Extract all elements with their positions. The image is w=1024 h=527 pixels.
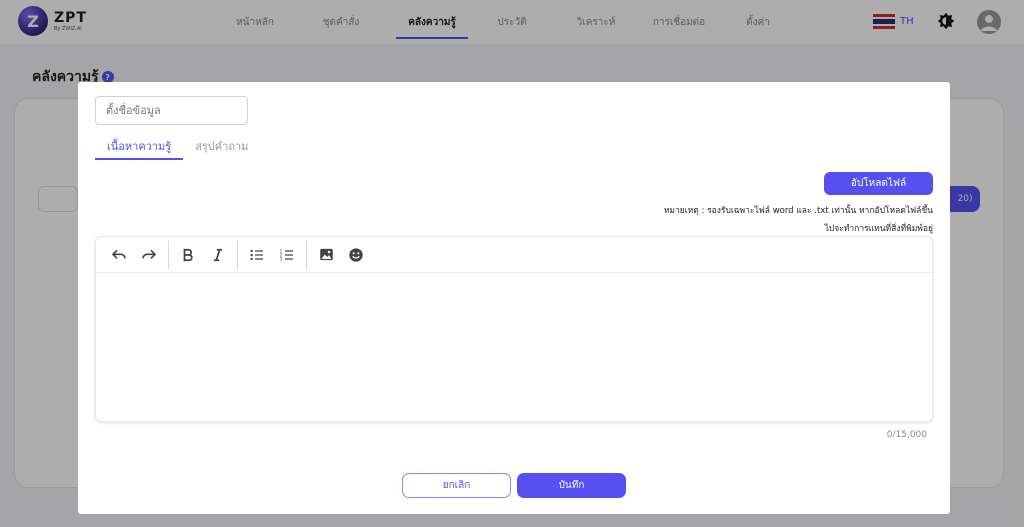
toolbar-divider (306, 240, 307, 269)
image-icon (319, 248, 333, 261)
undo-button[interactable] (104, 240, 134, 270)
editor-toolbar: 123 (96, 237, 932, 273)
upload-file-button[interactable]: อัปโหลดไฟล์ (824, 172, 933, 195)
character-counter: 0/15,000 (886, 430, 927, 440)
tab-knowledge-content[interactable]: เนื้อหาความรู้ (95, 132, 184, 160)
insert-emoji-button[interactable] (341, 240, 371, 270)
modal-tabs: เนื้อหาความรู้ สรุปคำถาม (95, 132, 260, 160)
knowledge-name-input[interactable] (95, 96, 248, 125)
toolbar-divider (237, 240, 238, 269)
upload-note-line1: หมายเหตุ : รองรับเฉพาะไฟล์ word และ .txt… (663, 206, 933, 216)
insert-image-button[interactable] (311, 240, 341, 270)
upload-note-line2: ไปจะทำการแทนที่สิ่งที่พิมพ์อยู่ (824, 224, 933, 234)
bold-icon (183, 248, 193, 261)
rich-text-editor: 123 (95, 236, 933, 422)
bullet-list-icon (250, 249, 263, 260)
knowledge-editor-modal: เนื้อหาความรู้ สรุปคำถาม อัปโหลดไฟล์ หมา… (78, 82, 950, 514)
redo-icon (142, 249, 157, 259)
toolbar-divider (168, 240, 169, 269)
emoji-icon (349, 247, 363, 262)
redo-button[interactable] (134, 240, 164, 270)
svg-text:3: 3 (280, 256, 283, 261)
save-button[interactable]: บันทึก (517, 473, 626, 498)
bold-button[interactable] (173, 240, 203, 270)
cancel-button[interactable]: ยกเลิก (402, 473, 511, 498)
numbered-list-icon: 123 (280, 248, 293, 261)
editor-content-area[interactable] (96, 273, 932, 421)
italic-icon (213, 248, 223, 261)
italic-button[interactable] (203, 240, 233, 270)
tab-question-summary[interactable]: สรุปคำถาม (183, 132, 260, 160)
bullet-list-button[interactable] (242, 240, 272, 270)
undo-icon (111, 249, 126, 259)
numbered-list-button[interactable]: 123 (272, 240, 302, 270)
